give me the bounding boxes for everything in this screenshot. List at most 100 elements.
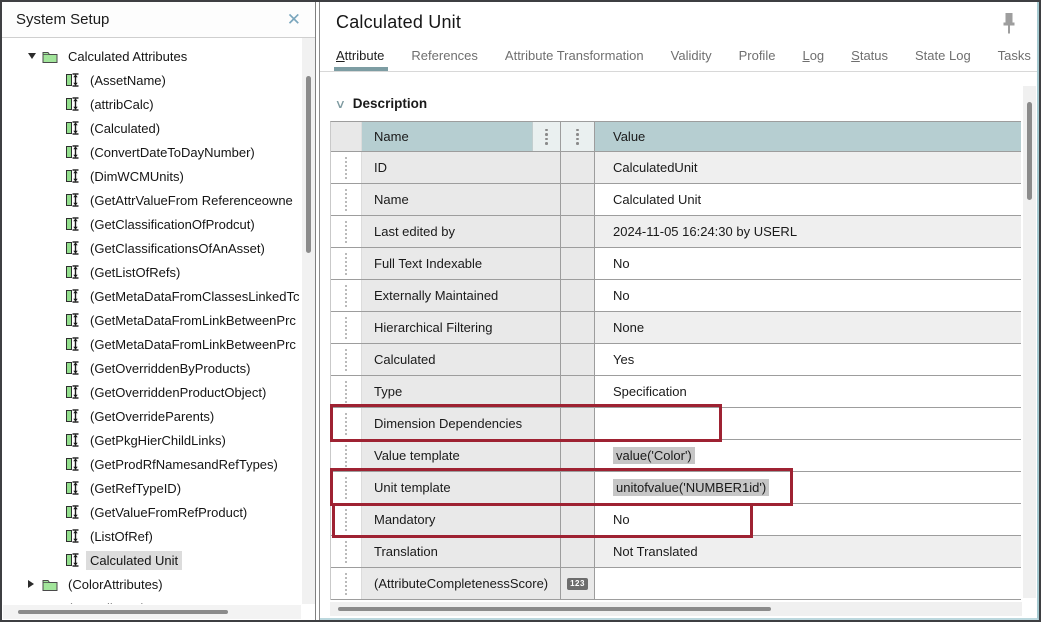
template-expression[interactable]: unitofvalue('NUMBER1id') (613, 479, 769, 496)
drag-handle-icon[interactable] (345, 509, 347, 531)
tree-label[interactable]: (GetPkgHierChildLinks) (86, 431, 230, 450)
row-drag-handle-cell[interactable] (331, 376, 362, 407)
tree-item-compliance[interactable]: (Compliance) (2, 596, 302, 604)
tree-item-getreftypeid[interactable]: (GetRefTypeID) (2, 476, 302, 500)
drag-handle-icon[interactable] (345, 157, 347, 179)
template-expression[interactable]: value('Color') (613, 447, 695, 464)
tree-label[interactable]: (ConvertDateToDayNumber) (86, 143, 259, 162)
drag-handle-icon[interactable] (345, 285, 347, 307)
tab-tasks[interactable]: Tasks (998, 48, 1031, 63)
tree-label[interactable]: (Compliance) (64, 599, 149, 605)
tree-label[interactable]: (Calculated) (86, 119, 164, 138)
property-value-cell[interactable] (595, 408, 1021, 439)
tree-item-listofref[interactable]: (ListOfRef) (2, 524, 302, 548)
property-value-cell[interactable] (595, 568, 1021, 599)
tree-label[interactable]: (GetClassificationsOfAnAsset) (86, 239, 269, 258)
property-value-cell[interactable]: Not Translated (595, 536, 1021, 567)
tree-item-getmetadatafromlinkbetweenprc[interactable]: (GetMetaDataFromLinkBetweenPrc (2, 332, 302, 356)
tree-label[interactable]: (ColorAttributes) (64, 575, 167, 594)
scrollbar-thumb[interactable] (18, 610, 228, 614)
tree-item-attribcalc[interactable]: (attribCalc) (2, 92, 302, 116)
scrollbar-thumb[interactable] (1027, 102, 1032, 200)
name-column-options[interactable] (532, 122, 560, 151)
tab-validity[interactable]: Validity (671, 48, 712, 63)
column-menu-icon[interactable] (545, 129, 548, 145)
property-value-cell[interactable]: None (595, 312, 1021, 343)
tree-label[interactable]: (ListOfRef) (86, 527, 157, 546)
tab-log[interactable]: Log (802, 48, 824, 63)
tree-label[interactable]: (GetProdRfNamesandRefTypes) (86, 455, 282, 474)
pin-icon[interactable] (1001, 12, 1017, 40)
tree-label[interactable]: (GetOverriddenByProducts) (86, 359, 254, 378)
tree-item-getvaluefromrefproduct[interactable]: (GetValueFromRefProduct) (2, 500, 302, 524)
tree-item-calculated-attributes[interactable]: Calculated Attributes (2, 44, 302, 68)
property-value-cell[interactable]: Specification (595, 376, 1021, 407)
drag-handle-icon[interactable] (345, 573, 347, 595)
tree-item-calculated-unit[interactable]: Calculated Unit (2, 548, 302, 572)
tree-label[interactable]: (GetRefTypeID) (86, 479, 185, 498)
tab-state-log[interactable]: State Log (915, 48, 971, 63)
tree-label[interactable]: (GetClassificationOfProdcut) (86, 215, 259, 234)
description-section-header[interactable]: ∨ Description (336, 96, 427, 111)
tree-item-colorattributes[interactable]: (ColorAttributes) (2, 572, 302, 596)
expander-expanded-icon[interactable] (28, 53, 36, 59)
tree-item-getpkghierchildlinks[interactable]: (GetPkgHierChildLinks) (2, 428, 302, 452)
tree-label[interactable]: (GetOverriddenProductObject) (86, 383, 270, 402)
scrollbar-thumb[interactable] (338, 607, 771, 611)
tree-label-selected[interactable]: Calculated Unit (86, 551, 182, 570)
property-value-cell[interactable]: No (595, 504, 1021, 535)
header-cell-name[interactable]: Name (362, 122, 561, 151)
tree-item-getoverrideparents[interactable]: (GetOverrideParents) (2, 404, 302, 428)
tree-label[interactable]: (GetMetaDataFromLinkBetweenPrc (86, 311, 300, 330)
tab-attribute[interactable]: Attribute (336, 48, 384, 63)
tree-item-convertdatetodaynumber[interactable]: (ConvertDateToDayNumber) (2, 140, 302, 164)
tree-item-getlistofrefs[interactable]: (GetListOfRefs) (2, 260, 302, 284)
property-value-cell[interactable]: No (595, 280, 1021, 311)
tree-item-getmetadatafromlinkbetweenprc[interactable]: (GetMetaDataFromLinkBetweenPrc (2, 308, 302, 332)
column-menu-icon[interactable] (576, 129, 579, 145)
expander-collapsed-icon[interactable] (28, 580, 34, 588)
row-drag-handle-cell[interactable] (331, 472, 362, 503)
tree-item-assetname[interactable]: (AssetName) (2, 68, 302, 92)
property-value-cell[interactable]: 2024-11-05 16:24:30 by USERL (595, 216, 1021, 247)
tree-label[interactable]: (GetMetaDataFromLinkBetweenPrc (86, 335, 300, 354)
drag-handle-icon[interactable] (345, 477, 347, 499)
tree-label[interactable]: (AssetName) (86, 71, 170, 90)
tree-item-getclassificationsofanasset[interactable]: (GetClassificationsOfAnAsset) (2, 236, 302, 260)
property-value-cell[interactable]: CalculatedUnit (595, 152, 1021, 183)
scrollbar-thumb[interactable] (306, 76, 311, 253)
drag-handle-icon[interactable] (345, 445, 347, 467)
row-drag-handle-cell[interactable] (331, 216, 362, 247)
tab-profile[interactable]: Profile (739, 48, 776, 63)
tab-status[interactable]: Status (851, 48, 888, 63)
tree-item-dimwcmunits[interactable]: (DimWCMUnits) (2, 164, 302, 188)
drag-handle-icon[interactable] (345, 221, 347, 243)
drag-handle-icon[interactable] (345, 381, 347, 403)
row-drag-handle-cell[interactable] (331, 312, 362, 343)
row-drag-handle-cell[interactable] (331, 280, 362, 311)
tree-item-getoverriddenproductobject[interactable]: (GetOverriddenProductObject) (2, 380, 302, 404)
tree-label[interactable]: Calculated Attributes (64, 47, 191, 66)
property-value-cell[interactable]: Calculated Unit (595, 184, 1021, 215)
property-value-cell[interactable]: No (595, 248, 1021, 279)
tree-item-getattrvaluefrom-referenceowne[interactable]: (GetAttrValueFrom Referenceowne (2, 188, 302, 212)
close-icon[interactable]: ✕ (283, 9, 305, 30)
tree-label[interactable]: (GetMetaDataFromClassesLinkedTc (86, 287, 302, 306)
row-drag-handle-cell[interactable] (331, 152, 362, 183)
drag-handle-icon[interactable] (345, 189, 347, 211)
tab-references[interactable]: References (411, 48, 477, 63)
row-drag-handle-cell[interactable] (331, 568, 362, 599)
drag-handle-icon[interactable] (345, 317, 347, 339)
tree-item-getclassificationofprodcut[interactable]: (GetClassificationOfProdcut) (2, 212, 302, 236)
tree-item-getoverriddenbyproducts[interactable]: (GetOverriddenByProducts) (2, 356, 302, 380)
tree-item-getprodrfnamesandreftypes[interactable]: (GetProdRfNamesandRefTypes) (2, 452, 302, 476)
property-value-cell[interactable]: unitofvalue('NUMBER1id') (595, 472, 1021, 503)
row-drag-handle-cell[interactable] (331, 536, 362, 567)
drag-handle-icon[interactable] (345, 349, 347, 371)
row-drag-handle-cell[interactable] (331, 248, 362, 279)
tree-label[interactable]: (GetListOfRefs) (86, 263, 184, 282)
tree-item-getmetadatafromclasseslinkedtc[interactable]: (GetMetaDataFromClassesLinkedTc (2, 284, 302, 308)
property-value-cell[interactable]: Yes (595, 344, 1021, 375)
drag-handle-icon[interactable] (345, 413, 347, 435)
row-drag-handle-cell[interactable] (331, 440, 362, 471)
